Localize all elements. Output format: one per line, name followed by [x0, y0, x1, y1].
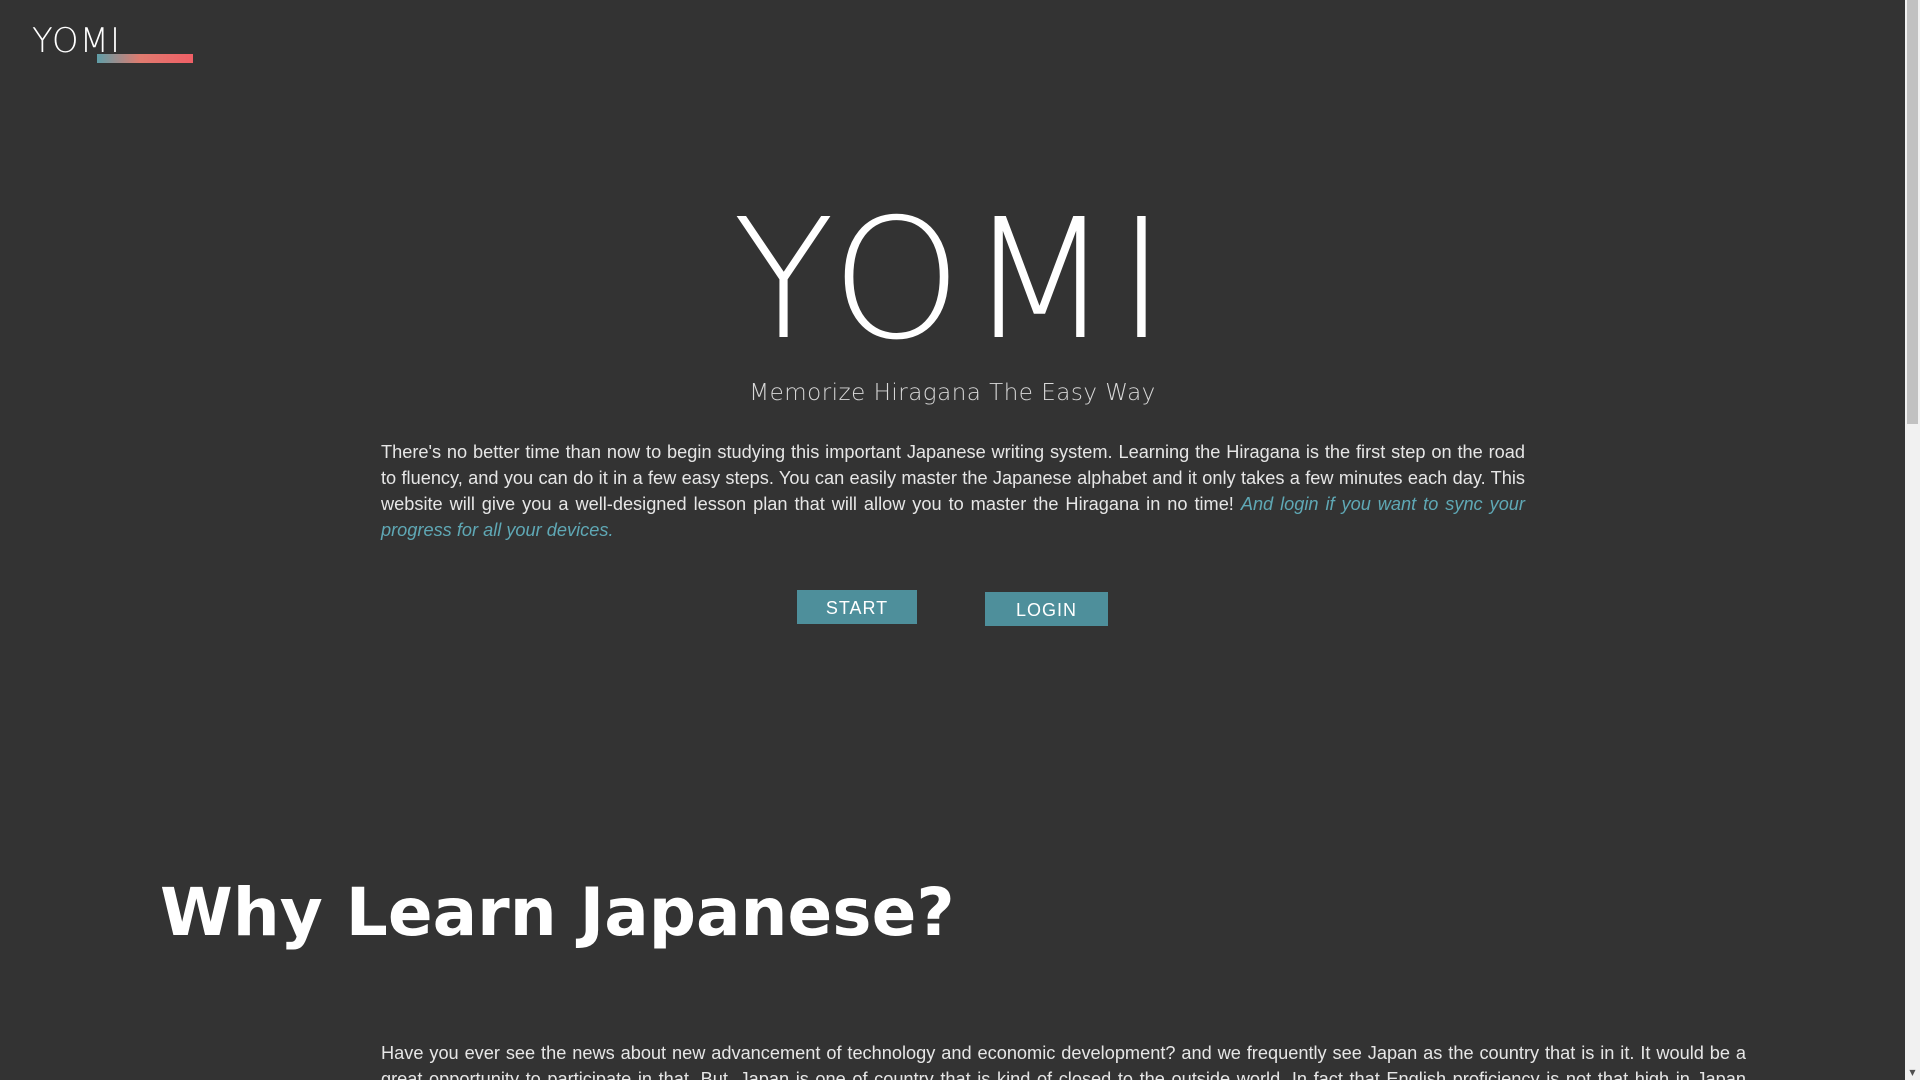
scrollbar-thumb[interactable]: [1907, 0, 1918, 424]
scroll-down-icon[interactable]: ▼: [1905, 1066, 1920, 1080]
why-learn-heading: Why Learn Japanese?: [160, 874, 955, 951]
login-button[interactable]: LOGIN: [985, 592, 1108, 626]
vertical-scrollbar[interactable]: ▲ ▼: [1905, 0, 1920, 1080]
why-learn-text: Have you ever see the news about new adv…: [381, 1043, 1746, 1080]
site-logo[interactable]: YOMI: [32, 24, 121, 58]
hero-title: YOMI: [732, 184, 1173, 377]
hero-subtitle: Memorize Hiragana The Easy Way: [749, 380, 1156, 406]
page: YOMI YOMI Memorize Hiragana The Easy Way…: [0, 0, 1920, 1080]
logo-underline-bar: [97, 54, 193, 63]
hero-description: There's no better time than now to begin…: [381, 439, 1525, 543]
viewport: YOMI YOMI Memorize Hiragana The Easy Way…: [0, 0, 1905, 1080]
start-button[interactable]: START: [797, 590, 917, 624]
